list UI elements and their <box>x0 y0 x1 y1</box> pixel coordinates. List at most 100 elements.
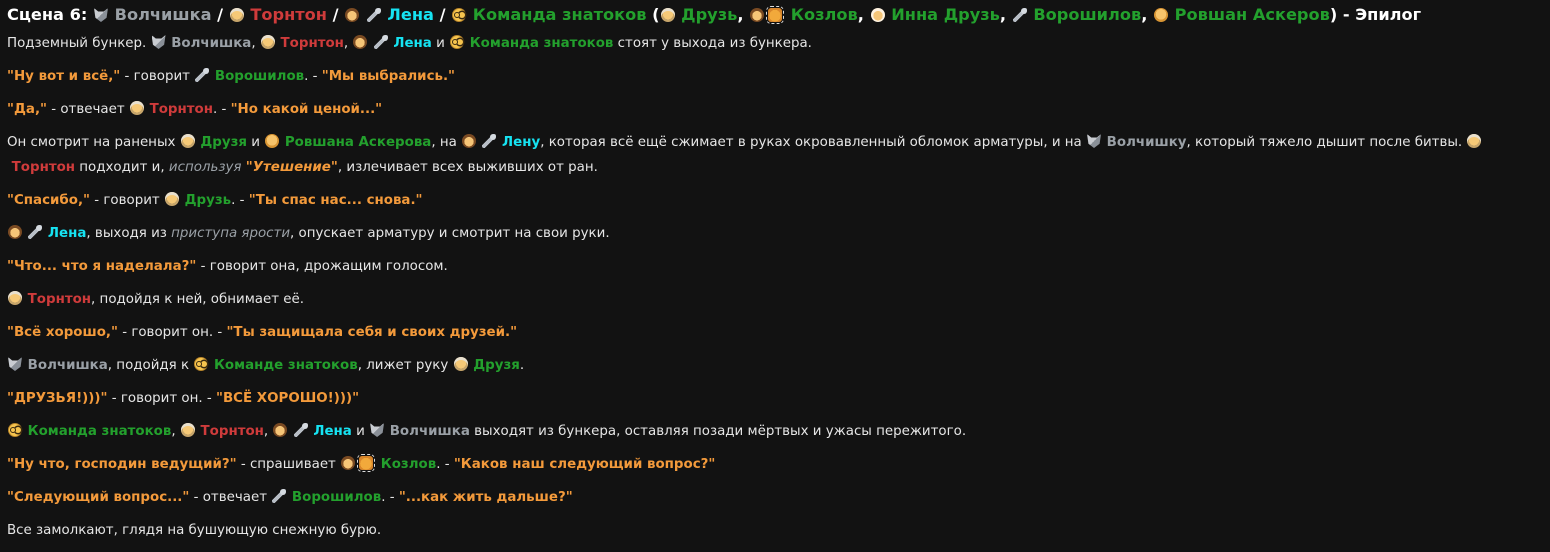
narration-text: , излечивает всех выживших от ран. <box>337 160 598 175</box>
dialogue-quote: "Мы выбрались." <box>321 69 456 84</box>
dialogue-quote: "ВСЁ ХОРОШО!)))" <box>215 391 360 406</box>
story-container: Сцена 6: Волчишка / Торнтон / Лена / Ком… <box>0 0 1550 552</box>
narration-text: - говорит <box>90 193 164 208</box>
scene-title: Сцена 6: Волчишка / Торнтон / Лена / Ком… <box>7 4 1550 28</box>
dialogue-quote: "Да," <box>7 102 48 117</box>
wolf-icon <box>93 8 108 22</box>
narration-text: , <box>251 36 260 51</box>
narration-text: выходят из бункера, оставляя позади мёрт… <box>469 424 967 439</box>
character-name: Лена <box>381 5 434 24</box>
character-name: Ровшана Аскерова <box>280 135 432 150</box>
dialogue-quote: "Каков наш следующий вопрос?" <box>453 457 716 472</box>
character-name: Торнтон <box>244 5 327 24</box>
narration-text: , <box>737 5 750 24</box>
old-woman-face-icon <box>870 8 885 22</box>
narration-text: и <box>431 36 450 51</box>
narration-text <box>23 226 27 241</box>
character-name: Команда знатоков <box>467 5 647 24</box>
narration-text: , <box>263 424 273 439</box>
old-man-face-icon <box>180 423 195 437</box>
character-name: Волчишка <box>23 358 108 373</box>
narration-text: , на <box>431 135 462 150</box>
raised-hand-icon <box>766 6 785 24</box>
wolf-icon <box>370 423 385 437</box>
narration-text: , опускает арматуру и смотрит на свои ру… <box>290 226 610 241</box>
narration-text: , <box>343 36 353 51</box>
character-name: Друзь <box>675 5 738 24</box>
dialogue-quote: "...как жить дальше?" <box>398 490 573 505</box>
paragraph: "ДРУЗЬЯ!)))" - говорит он. - "ВСЁ ХОРОШО… <box>7 386 1550 411</box>
man-face-icon <box>265 134 280 148</box>
microphone-icon <box>1012 8 1027 22</box>
old-man-face-icon <box>260 35 275 49</box>
paragraph: Команда знатоков, Торнтон, Лена и Волчиш… <box>7 419 1550 444</box>
narration-text: / <box>326 5 345 24</box>
character-name: Волчишка <box>166 36 252 51</box>
narration-text: - говорит <box>120 69 195 84</box>
old-man-face-icon <box>453 357 468 371</box>
narration-text: приступа ярости <box>171 226 291 241</box>
microphone-icon <box>195 68 210 82</box>
narration-text: Все замолкают, глядя на бушующую снежную… <box>7 523 382 538</box>
narration-text: - отвечает <box>189 490 272 505</box>
dialogue-quote: "Следующий вопрос..." <box>7 490 190 505</box>
dialogue-quote: "Что... что я наделала?" <box>7 259 197 274</box>
character-name: Лена <box>308 424 352 439</box>
character-name: Ровшан Аскеров <box>1169 5 1330 24</box>
character-name: Волчишку <box>1102 135 1187 150</box>
old-man-face-icon <box>164 192 179 206</box>
character-name: Ворошилов <box>1027 5 1142 24</box>
wolf-icon <box>1087 134 1102 148</box>
character-name: Команда знатоков <box>465 36 614 51</box>
narration-text: и <box>246 135 265 150</box>
narration-text: , <box>171 424 180 439</box>
man-face-icon <box>1154 8 1169 22</box>
paragraph: "Ну вот и всё," - говорит Ворошилов. - "… <box>7 64 1550 89</box>
narration-text: , подойдя к <box>107 358 194 373</box>
nerd-face-icon <box>194 357 209 371</box>
character-name: Волчишка <box>385 424 470 439</box>
narration-text: - отвечает <box>47 102 129 117</box>
narration-text: . - <box>381 490 399 505</box>
character-name: Козлов <box>785 5 858 24</box>
dialogue-quote: "Но какой ценой..." <box>230 102 383 117</box>
narration-text: стоят у выхода из бункера. <box>613 36 812 51</box>
boy-face-icon <box>8 225 22 239</box>
character-name: Друзя <box>468 358 520 373</box>
narration-text: используя <box>168 160 242 175</box>
dialogue-quote: "Спасибо," <box>7 193 91 208</box>
narration-text: , <box>857 5 870 24</box>
paragraph: Лена, выходя из приступа ярости, опускае… <box>7 221 1550 246</box>
dialogue-quote: "Ну вот и всё," <box>7 69 121 84</box>
boy-face-icon <box>353 35 368 49</box>
narration-text: ( <box>646 5 660 24</box>
narration-text: / <box>211 5 229 24</box>
narration-text: , подойдя к ней, обнимает её. <box>91 292 305 307</box>
old-man-face-icon <box>129 101 144 115</box>
paragraph: Он смотрит на раненых Друзя и Ровшана Ас… <box>7 130 1545 180</box>
character-name: Команде знатоков <box>209 358 358 373</box>
narration-text: , который тяжело дышит после битвы. <box>1186 135 1467 150</box>
character-name: Ворошилов <box>210 69 305 84</box>
boy-face-icon <box>345 8 360 22</box>
paragraph: "Следующий вопрос..." - отвечает Ворошил… <box>7 485 1550 510</box>
dialogue-quote: "Всё хорошо," <box>7 325 118 340</box>
paragraph: "Всё хорошо," - говорит он. - "Ты защища… <box>7 320 1550 345</box>
paragraph: Подземный бункер. Волчишка, Торнтон, Лен… <box>7 31 1550 56</box>
narration-text: и <box>351 424 370 439</box>
nerd-face-icon <box>8 423 22 437</box>
character-name: Лену <box>497 135 541 150</box>
narration-text: - говорит он. - <box>117 325 227 340</box>
character-name: Друзя <box>195 135 247 150</box>
narration-text <box>288 424 292 439</box>
character-name: Команда знатоков <box>23 424 172 439</box>
wolf-icon <box>151 35 166 49</box>
narration-text: подходит и, <box>75 160 169 175</box>
boy-face-icon <box>341 456 356 470</box>
character-name: Торнтон <box>195 424 264 439</box>
old-man-face-icon <box>229 8 244 22</box>
narration-text: Подземный бункер. <box>7 36 151 51</box>
microphone-icon <box>373 35 388 49</box>
nerd-face-icon <box>452 8 467 22</box>
narration-text: - спрашивает <box>236 457 341 472</box>
